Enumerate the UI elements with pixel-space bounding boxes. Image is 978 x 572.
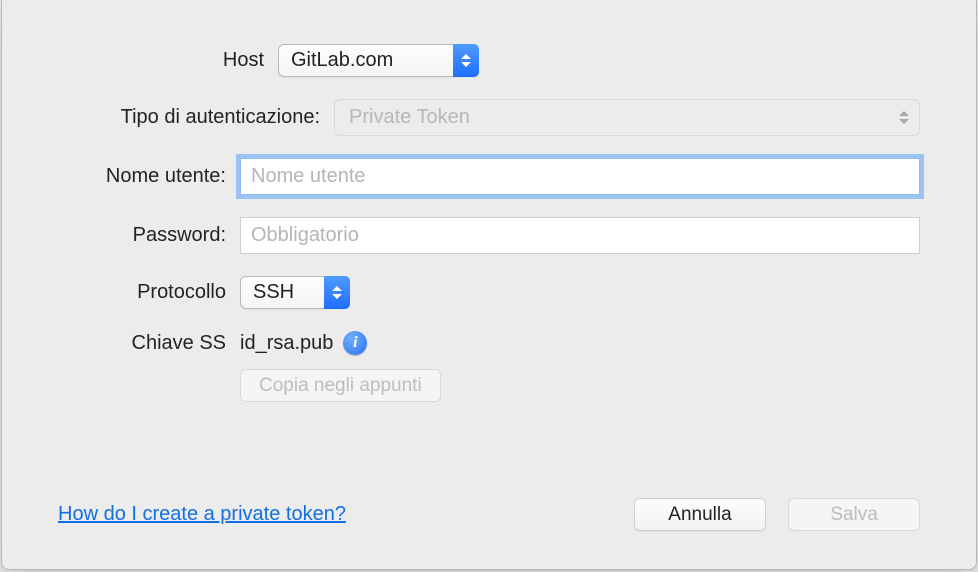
- help-link[interactable]: How do I create a private token?: [58, 503, 346, 526]
- copy-to-clipboard-button[interactable]: Copia negli appunti: [240, 369, 441, 402]
- host-select[interactable]: GitLab.com: [278, 44, 479, 77]
- username-input[interactable]: [240, 158, 920, 195]
- protocol-label: Protocollo: [58, 281, 240, 304]
- chevrons-icon: [453, 44, 479, 77]
- password-label: Password:: [58, 224, 240, 247]
- host-select-value: GitLab.com: [291, 49, 453, 72]
- chevrons-icon: [899, 111, 909, 124]
- host-label: Host: [58, 49, 278, 72]
- ssh-key-file: id_rsa.pub: [240, 332, 333, 355]
- protocol-select[interactable]: SSH: [240, 276, 350, 309]
- chevrons-icon: [324, 276, 350, 309]
- auth-type-select[interactable]: Private Token: [334, 99, 920, 136]
- save-button[interactable]: Salva: [788, 498, 920, 531]
- auth-type-label: Tipo di autenticazione:: [58, 106, 334, 129]
- password-input[interactable]: [240, 217, 920, 254]
- ssh-key-label: Chiave SS: [58, 332, 240, 355]
- info-icon[interactable]: i: [343, 331, 367, 355]
- protocol-select-value: SSH: [253, 281, 324, 304]
- username-label: Nome utente:: [58, 165, 240, 188]
- cancel-button[interactable]: Annulla: [634, 498, 766, 531]
- auth-type-value: Private Token: [349, 106, 470, 129]
- auth-dialog: Host GitLab.com Tipo di autenticazione: …: [1, 0, 977, 570]
